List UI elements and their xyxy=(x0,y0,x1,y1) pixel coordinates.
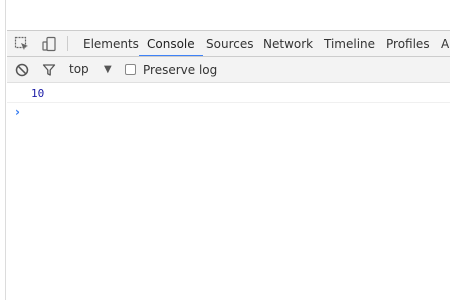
clear-console-icon[interactable] xyxy=(13,61,31,79)
prompt-chevron-icon: › xyxy=(15,105,20,119)
devtools-tabbar: Elements Console Sources Network Timelin… xyxy=(7,30,450,57)
tab-sources[interactable]: Sources xyxy=(206,31,253,56)
tab-timeline[interactable]: Timeline xyxy=(324,31,375,56)
tab-elements[interactable]: Elements xyxy=(83,31,139,56)
tab-network[interactable]: Network xyxy=(263,31,313,56)
preserve-log-checkbox[interactable] xyxy=(125,64,136,75)
inspect-element-icon[interactable] xyxy=(12,34,32,54)
tab-console[interactable]: Console xyxy=(139,31,203,56)
context-selector[interactable]: top xyxy=(69,57,89,82)
console-output-value: 10 xyxy=(31,87,45,100)
chevron-down-icon[interactable]: ▼ xyxy=(104,57,112,82)
left-panel-edge xyxy=(0,0,6,300)
console-prompt[interactable]: › xyxy=(7,104,450,124)
tab-profiles[interactable]: Profiles xyxy=(386,31,430,56)
page-area xyxy=(7,0,450,30)
toolbar-divider xyxy=(67,36,68,51)
preserve-log-option[interactable]: Preserve log xyxy=(125,57,217,82)
console-message: 10 xyxy=(7,84,450,103)
filter-icon[interactable] xyxy=(40,61,58,79)
preserve-log-label: Preserve log xyxy=(143,62,218,77)
device-mode-icon[interactable] xyxy=(39,34,59,54)
tab-more[interactable]: A xyxy=(441,31,449,56)
console-filterbar: top ▼ Preserve log xyxy=(7,57,450,83)
